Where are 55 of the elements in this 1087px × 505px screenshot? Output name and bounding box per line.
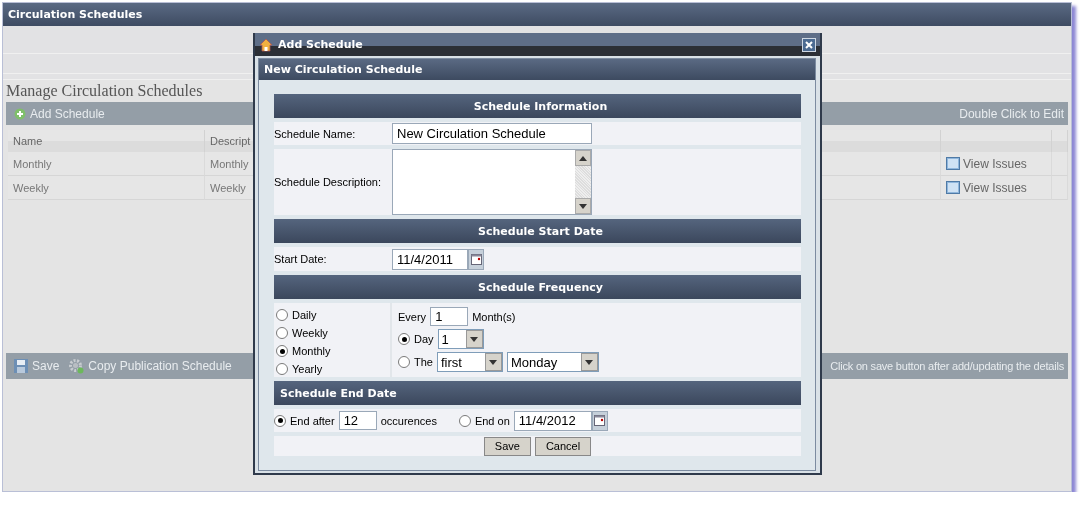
unit-label: Month(s) bbox=[472, 310, 516, 323]
end-date-field[interactable]: 11/4/2012 bbox=[513, 410, 592, 431]
field-label: Every bbox=[398, 310, 427, 323]
dialog-title: Add Schedule bbox=[278, 38, 363, 51]
field-label: Schedule Description: bbox=[274, 176, 382, 188]
view-issues-link[interactable]: View Issues bbox=[946, 180, 1027, 195]
weekday-radio[interactable]: The bbox=[398, 353, 433, 371]
section-heading: Manage Circulation Schedules bbox=[5, 81, 204, 102]
dialog-button[interactable]: Cancel bbox=[534, 436, 592, 456]
field-label: Schedule Name: bbox=[274, 127, 357, 140]
dropdown[interactable]: 1 bbox=[437, 329, 484, 349]
gear-icon bbox=[69, 358, 85, 374]
end-on-radio[interactable]: End on bbox=[458, 411, 510, 430]
down-arrow-icon[interactable] bbox=[579, 203, 587, 209]
frequency-radio[interactable]: Weekly bbox=[276, 324, 390, 342]
save-hint: Click on save button after add/updating the details bbox=[830, 360, 1064, 372]
scrollbar[interactable] bbox=[575, 150, 591, 214]
column-header[interactable]: Name bbox=[8, 130, 205, 152]
dropdown[interactable]: first bbox=[436, 352, 503, 372]
view-issues-link[interactable]: View Issues bbox=[946, 156, 1027, 171]
dialog-button[interactable]: Save bbox=[483, 436, 531, 456]
field-label: Start Date: bbox=[274, 253, 328, 265]
section-header: Schedule Information bbox=[274, 94, 801, 118]
section-header: Schedule Start Date bbox=[274, 219, 801, 243]
frequency-radio[interactable]: Yearly bbox=[276, 360, 390, 378]
interval-field[interactable]: 1 bbox=[430, 307, 469, 326]
plus-icon bbox=[14, 107, 26, 120]
page-title: Circulation Schedules bbox=[3, 3, 1071, 26]
close-button[interactable] bbox=[802, 37, 816, 52]
day-radio[interactable]: Day bbox=[398, 330, 434, 348]
table-cell: Monthly bbox=[8, 152, 205, 176]
down-arrow-icon[interactable] bbox=[470, 336, 479, 342]
occurrences-field[interactable]: 12 bbox=[338, 411, 377, 430]
description-field[interactable] bbox=[392, 149, 592, 215]
house-icon bbox=[259, 37, 273, 52]
window-icon bbox=[946, 181, 960, 194]
calendar-icon bbox=[470, 253, 482, 265]
edit-hint: Double Click to Edit bbox=[959, 106, 1064, 121]
section-header: Schedule Frequency bbox=[274, 275, 801, 299]
table-cell: Weekly bbox=[8, 176, 205, 200]
unit-label: occurences bbox=[380, 414, 437, 427]
calendar-icon bbox=[594, 415, 606, 426]
panel-title: New Circulation Schedule bbox=[259, 59, 815, 80]
schedule-name-field[interactable]: New Circulation Schedule bbox=[392, 123, 592, 144]
start-date-field[interactable]: 11/4/2011 bbox=[392, 248, 468, 270]
up-arrow-icon[interactable] bbox=[579, 155, 587, 161]
window-icon bbox=[946, 157, 960, 170]
frequency-radio[interactable]: Daily bbox=[276, 306, 390, 324]
down-arrow-icon[interactable] bbox=[489, 359, 498, 365]
frequency-radio[interactable]: Monthly bbox=[276, 342, 390, 360]
calendar-button[interactable] bbox=[468, 248, 484, 270]
dropdown[interactable]: Monday bbox=[506, 352, 599, 372]
end-after-radio[interactable]: End after bbox=[274, 411, 335, 430]
down-arrow-icon[interactable] bbox=[585, 359, 594, 365]
section-header: Schedule End Date bbox=[274, 381, 801, 405]
